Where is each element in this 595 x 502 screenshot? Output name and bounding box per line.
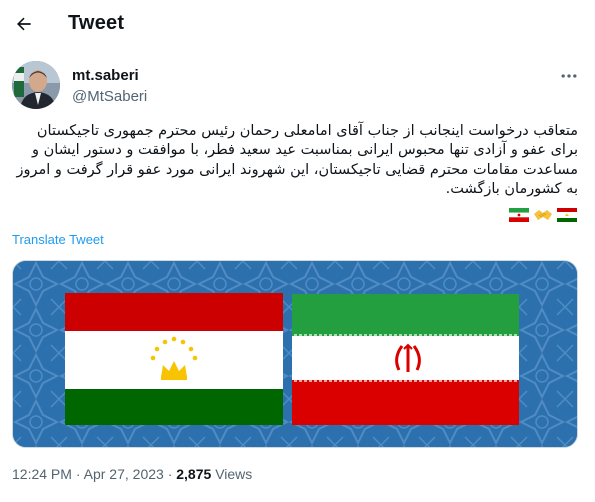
flag-iran-icon <box>509 208 529 222</box>
emoji-row <box>509 208 577 222</box>
arrow-left-icon <box>17 17 31 31</box>
views-count: 2,875 <box>176 466 212 482</box>
display-name[interactable]: mt.saberi <box>72 67 139 84</box>
avatar[interactable] <box>12 61 60 109</box>
more-horizontal-icon <box>561 74 577 78</box>
user-handle[interactable]: @MtSaberi <box>72 88 147 105</box>
meta-separator: · <box>167 466 173 482</box>
flag-tajikistan-icon <box>557 208 577 222</box>
tweet-time[interactable]: 12:24 PM <box>12 466 72 482</box>
tweet-date[interactable]: Apr 27, 2023 <box>84 466 164 482</box>
translate-link[interactable]: Translate Tweet <box>12 232 104 247</box>
tweet-meta: 12:24 PM · Apr 27, 2023 · 2,875 Views <box>12 466 252 482</box>
handshake-icon <box>534 210 552 220</box>
page-title: Tweet <box>68 12 125 34</box>
more-button[interactable] <box>556 63 582 89</box>
views-label: Views <box>215 466 253 482</box>
top-bar: Tweet <box>0 0 595 50</box>
tweet-media-image[interactable] <box>12 260 578 448</box>
back-button[interactable] <box>9 9 39 39</box>
tweet-text: متعاقب درخواست اینجانب از جناب آقای امام… <box>16 123 578 197</box>
meta-separator: · <box>75 466 81 482</box>
flag-iran-icon <box>292 294 519 425</box>
flag-tajikistan-icon <box>65 293 283 425</box>
